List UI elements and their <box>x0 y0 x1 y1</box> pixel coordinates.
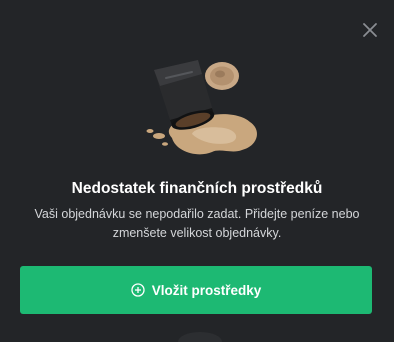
plus-circle-icon <box>131 283 145 297</box>
bottom-handle <box>178 332 222 342</box>
spilled-coffee-cup-illustration <box>132 48 266 166</box>
close-icon[interactable] <box>360 20 380 40</box>
dialog-description: Vaši objednávku se nepodařilo zadat. Při… <box>34 207 360 240</box>
add-funds-button-label: Vložit prostředky <box>151 282 262 298</box>
dialog-title: Nedostatek finančních prostředků <box>71 180 323 197</box>
add-funds-button[interactable]: Vložit prostředky <box>20 266 372 314</box>
insufficient-funds-dialog: Nedostatek finančních prostředků Vaši ob… <box>0 0 394 342</box>
